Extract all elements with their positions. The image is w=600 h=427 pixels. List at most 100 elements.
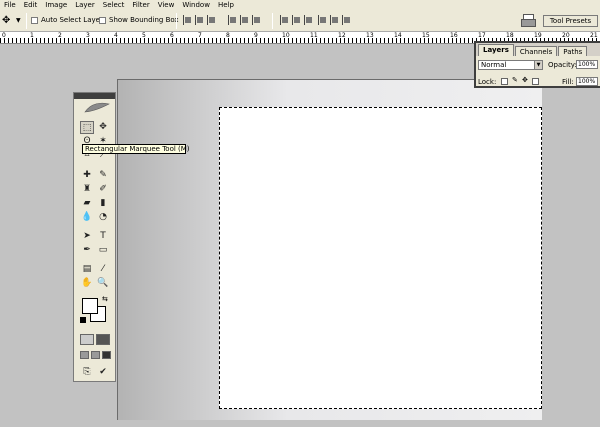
align-top-icon[interactable] xyxy=(183,15,192,25)
separator xyxy=(272,13,273,29)
align-buttons-group-2 xyxy=(228,15,264,25)
path-selection-tool-icon[interactable]: ➤ xyxy=(80,230,94,243)
ruler-number: 5 xyxy=(142,32,146,39)
menu-layer[interactable]: Layer xyxy=(71,0,99,10)
blur-tool-icon[interactable]: 💧 xyxy=(80,211,94,224)
checkbox-box[interactable] xyxy=(31,16,38,24)
dodge-tool-icon[interactable]: ◔ xyxy=(96,211,110,224)
align-bottom-icon[interactable] xyxy=(207,15,216,25)
pen-tool-icon[interactable]: ✒ xyxy=(80,244,94,257)
ruler-number: 18 xyxy=(506,32,514,39)
eraser-tool-icon[interactable]: ▰ xyxy=(80,197,94,210)
align-left-icon[interactable] xyxy=(228,15,237,25)
opacity-label: Opacity: xyxy=(548,61,577,69)
move-tool-icon[interactable]: ✥ xyxy=(96,121,110,134)
hand-tool-icon[interactable]: ✋ xyxy=(80,277,94,290)
zoom-tool-icon[interactable]: 🔍 xyxy=(96,277,110,290)
show-bounding-box-label: Show Bounding Box xyxy=(109,16,179,24)
distribute-vertical-center-icon[interactable] xyxy=(292,15,301,25)
toolbox-palette: ⬚ ✥ ʘ ✶ ⌗ ⟋ ✚ ✎ ♜ ✐ ▰ ▮ 💧 ◔ ➤ T ✒ ▭ ▤ ⁄ … xyxy=(73,92,116,382)
checkmark-icon[interactable]: ✔ xyxy=(96,366,110,379)
separator xyxy=(26,13,27,29)
standard-mode-icon[interactable] xyxy=(80,334,94,345)
tab-channels[interactable]: Channels xyxy=(514,46,558,56)
ruler-number: 16 xyxy=(450,32,458,39)
align-buttons-group-1 xyxy=(183,15,219,25)
tab-layers[interactable]: Layers xyxy=(478,44,514,56)
show-bounding-box-checkbox[interactable]: Show Bounding Box xyxy=(99,16,179,24)
menu-window[interactable]: Window xyxy=(178,0,214,10)
ruler-number: 2 xyxy=(58,32,62,39)
swap-colors-icon[interactable]: ⇆ xyxy=(102,295,108,303)
tool-tooltip: Rectangular Marquee Tool (M) xyxy=(82,144,190,154)
foreground-color-swatch[interactable] xyxy=(82,298,98,314)
feather-logo-icon[interactable] xyxy=(83,101,111,115)
shape-tool-icon[interactable]: ▭ xyxy=(96,244,110,257)
menu-edit[interactable]: Edit xyxy=(20,0,42,10)
standard-screen-mode-icon[interactable] xyxy=(80,351,89,359)
distribute-top-icon[interactable] xyxy=(280,15,289,25)
ruler-number: 19 xyxy=(534,32,542,39)
rectangular-marquee-tool-icon[interactable]: ⬚ xyxy=(80,121,94,134)
canvas-selection[interactable] xyxy=(219,107,542,409)
menu-select[interactable]: Select xyxy=(99,0,129,10)
eyedropper-tool-icon[interactable]: ⁄ xyxy=(96,263,110,276)
ruler-number: 12 xyxy=(338,32,346,39)
lock-position-icon[interactable]: ✥ xyxy=(522,76,529,84)
chevron-down-icon[interactable]: ▼ xyxy=(534,61,542,69)
jump-to-imageready-icon[interactable]: ⎘ xyxy=(80,366,94,379)
menu-help[interactable]: Help xyxy=(214,0,238,10)
quick-mask-mode-icon[interactable] xyxy=(96,334,110,345)
distribute-buttons-group-2 xyxy=(318,15,354,25)
blend-mode-value: Normal xyxy=(481,61,507,69)
tab-paths[interactable]: Paths xyxy=(558,46,588,56)
lock-label: Lock: xyxy=(478,78,497,86)
chevron-down-icon[interactable]: ▼ xyxy=(16,17,21,24)
ruler-number: 3 xyxy=(86,32,90,39)
type-tool-icon[interactable]: T xyxy=(96,230,110,243)
tool-presets-tab[interactable]: Tool Presets xyxy=(543,15,598,27)
menu-image[interactable]: Image xyxy=(41,0,71,10)
ruler-number: 10 xyxy=(282,32,290,39)
fill-label: Fill: xyxy=(562,78,574,86)
distribute-left-icon[interactable] xyxy=(318,15,327,25)
history-brush-tool-icon[interactable]: ✐ xyxy=(96,183,110,196)
options-bar: ✥ ▼ Auto Select Layer Show Bounding Box … xyxy=(0,10,600,32)
lock-pixels-icon[interactable]: ✎ xyxy=(512,76,519,84)
checkbox-box[interactable] xyxy=(99,16,106,24)
fill-field[interactable]: 100% xyxy=(576,77,598,86)
menu-view[interactable]: View xyxy=(154,0,179,10)
layers-palette: Layers Channels Paths Normal ▼ Opacity: … xyxy=(474,41,600,88)
move-tool-preset-icon[interactable]: ✥ xyxy=(2,15,16,27)
full-screen-menu-mode-icon[interactable] xyxy=(91,351,100,359)
align-right-icon[interactable] xyxy=(252,15,261,25)
lock-all-icon[interactable] xyxy=(532,78,539,85)
palette-tabs: Layers Channels Paths xyxy=(476,43,600,56)
healing-brush-tool-icon[interactable]: ✚ xyxy=(80,169,94,182)
ruler-number: 1 xyxy=(30,32,34,39)
gradient-tool-icon[interactable]: ▮ xyxy=(96,197,110,210)
distribute-bottom-icon[interactable] xyxy=(304,15,313,25)
notes-tool-icon[interactable]: ▤ xyxy=(80,263,94,276)
default-colors-icon[interactable] xyxy=(80,317,86,323)
clone-stamp-tool-icon[interactable]: ♜ xyxy=(80,183,94,196)
blend-mode-select[interactable]: Normal ▼ xyxy=(478,60,543,70)
ruler-number: 4 xyxy=(114,32,118,39)
distribute-right-icon[interactable] xyxy=(342,15,351,25)
distribute-horizontal-center-icon[interactable] xyxy=(330,15,339,25)
menu-bar: File Edit Image Layer Select Filter View… xyxy=(0,0,600,10)
ruler-number: 21 xyxy=(590,32,598,39)
brush-tool-icon[interactable]: ✎ xyxy=(96,169,110,182)
auto-select-layer-checkbox[interactable]: Auto Select Layer xyxy=(31,16,103,24)
menu-file[interactable]: File xyxy=(0,0,20,10)
lock-transparency-icon[interactable] xyxy=(501,78,508,85)
distribute-buttons-group-1 xyxy=(280,15,316,25)
align-horizontal-center-icon[interactable] xyxy=(240,15,249,25)
full-screen-mode-icon[interactable] xyxy=(102,351,111,359)
toolbox-title-bar[interactable] xyxy=(74,93,115,99)
opacity-field[interactable]: 100% xyxy=(576,60,598,69)
align-vertical-center-icon[interactable] xyxy=(195,15,204,25)
ruler-number: 17 xyxy=(478,32,486,39)
file-browser-icon[interactable] xyxy=(521,14,536,27)
menu-filter[interactable]: Filter xyxy=(128,0,153,10)
